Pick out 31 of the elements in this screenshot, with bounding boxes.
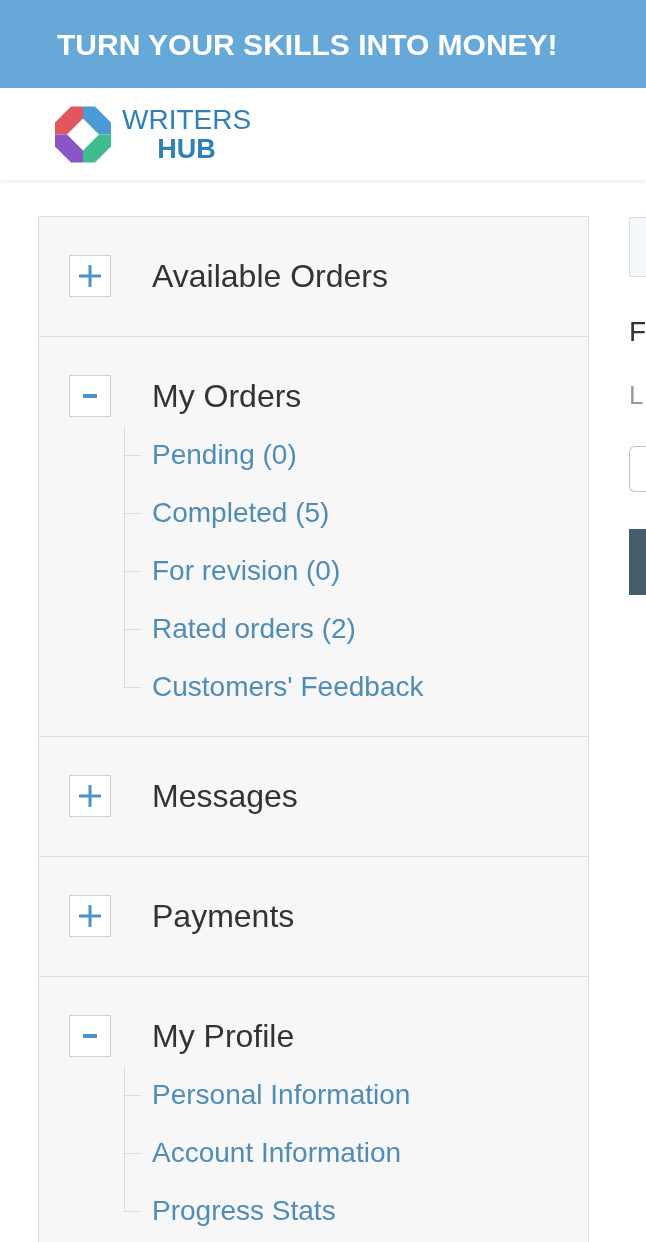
submenu-link[interactable]: Customers' Feedback: [152, 670, 424, 704]
input-field[interactable]: [629, 445, 646, 492]
section-heading[interactable]: Messages: [152, 776, 298, 816]
submenu-link[interactable]: Pending (0): [152, 438, 297, 472]
section-heading[interactable]: My Profile: [152, 1016, 295, 1056]
submenu-link[interactable]: For revision (0): [152, 554, 341, 588]
section-heading[interactable]: Payments: [152, 896, 295, 936]
content-panel: [629, 217, 646, 277]
expand-toggle[interactable]: [69, 895, 111, 937]
submenu-link[interactable]: Rated orders (2): [152, 612, 356, 646]
minus-icon: [83, 394, 97, 398]
expand-toggle[interactable]: [69, 775, 111, 817]
expand-toggle[interactable]: [69, 255, 111, 297]
collapse-toggle[interactable]: [69, 375, 111, 417]
submenu-link[interactable]: Completed (5): [152, 496, 330, 530]
submenu-link[interactable]: Account Information: [152, 1136, 402, 1170]
banner-headline: TURN YOUR SKILLS INTO MONEY!: [57, 27, 558, 61]
plus-icon: [79, 785, 101, 807]
minus-icon: [83, 1034, 97, 1038]
submenu-link[interactable]: Personal Information: [152, 1078, 411, 1112]
logo-text: HUB: [157, 134, 216, 163]
collapse-toggle[interactable]: [69, 1015, 111, 1057]
plus-icon: [79, 905, 101, 927]
submenu-link[interactable]: Progress Stats: [152, 1194, 336, 1228]
section-heading[interactable]: Available Orders: [152, 256, 388, 296]
logo-text: WRITERS: [122, 105, 252, 135]
logo-icon: [55, 105, 111, 163]
page-heading: F: [629, 315, 646, 349]
plus-icon: [79, 265, 101, 287]
page-subheading: L: [629, 379, 645, 411]
section-heading[interactable]: My Orders: [152, 376, 302, 416]
